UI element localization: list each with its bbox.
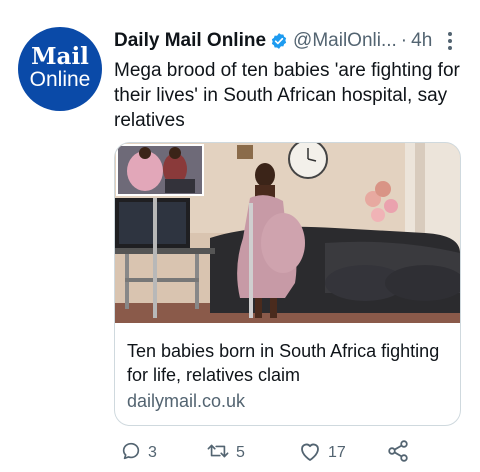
share-button[interactable] [386, 439, 410, 468]
retweet-count: 5 [236, 444, 245, 461]
like-button[interactable]: 17 [298, 440, 346, 466]
tweet[interactable]: Mail Online Daily Mail Online @MailOnli.… [0, 0, 480, 472]
card-domain: dailymail.co.uk [127, 391, 246, 411]
card-title: Ten babies born in South Africa fighting… [127, 341, 440, 385]
tweet-actions: 3 5 17 [114, 439, 464, 468]
card-body: Ten babies born in South Africa fighting… [127, 339, 452, 413]
author-handle[interactable]: @MailOnli... [293, 30, 397, 52]
author-name[interactable]: Daily Mail Online [114, 30, 266, 52]
reply-button[interactable]: 3 [120, 440, 157, 466]
card-image [115, 143, 460, 323]
reply-icon [120, 440, 142, 467]
avatar-logo-line1: Mail [31, 43, 89, 70]
link-card[interactable]: Ten babies born in South Africa fighting… [114, 142, 461, 426]
like-count: 17 [328, 444, 346, 461]
avatar-logo-line2: Online [29, 68, 91, 91]
more-options-icon[interactable] [440, 30, 460, 52]
verified-badge-icon [270, 32, 288, 50]
avatar[interactable]: Mail Online [18, 27, 102, 111]
retweet-icon [206, 440, 230, 467]
retweet-button[interactable]: 5 [206, 440, 245, 466]
share-icon [386, 439, 410, 468]
tweet-text: Mega brood of ten babies 'are fighting f… [114, 60, 460, 131]
tweet-header: Daily Mail Online @MailOnli... · 4h [114, 28, 470, 54]
separator-dot: · [400, 30, 408, 51]
like-icon [298, 440, 322, 467]
reply-count: 3 [148, 444, 157, 461]
tweet-timestamp[interactable]: 4h [411, 30, 432, 52]
